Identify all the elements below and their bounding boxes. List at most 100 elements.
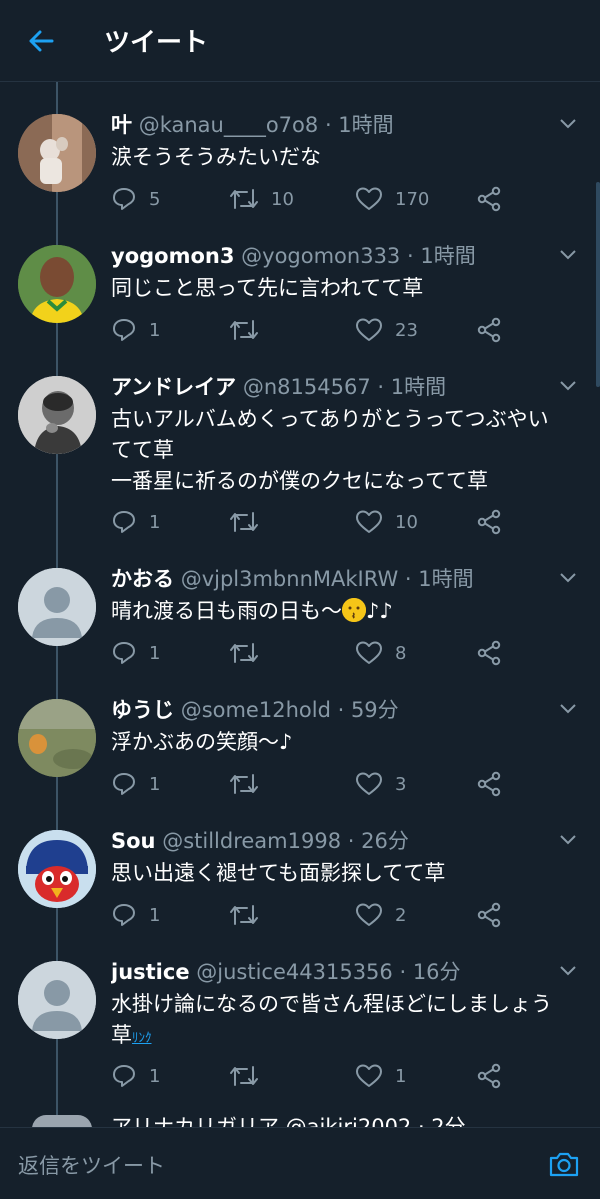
tweet[interactable]: justice @justice44315356 · 16分 水掛け論になるので… bbox=[0, 929, 600, 1090]
retweet-button[interactable] bbox=[229, 900, 271, 930]
avatar[interactable] bbox=[18, 830, 96, 908]
reply-button[interactable]: 1 bbox=[111, 315, 160, 345]
back-button[interactable] bbox=[16, 16, 66, 66]
retweet-button[interactable]: 10 bbox=[229, 184, 294, 214]
scrollbar[interactable] bbox=[596, 182, 600, 387]
tweet-text-main: 水掛け論になるので皆さん程ほどにしましょう 草 bbox=[111, 992, 552, 1047]
author-handle[interactable]: @justice44315356 bbox=[196, 960, 393, 984]
reply-count: 1 bbox=[149, 511, 161, 533]
retweet-button[interactable] bbox=[229, 769, 271, 799]
reply-input[interactable]: 返信をツイート bbox=[18, 1150, 518, 1182]
like-button[interactable]: 23 bbox=[355, 315, 418, 345]
tweet-menu-button[interactable] bbox=[554, 564, 582, 592]
avatar[interactable] bbox=[18, 376, 96, 454]
tweet[interactable]: ゆうじ @some12hold · 59分 浮かぶあの笑顔〜♪ 1 3 bbox=[0, 667, 600, 798]
retweet-button[interactable] bbox=[229, 1061, 271, 1091]
retweet-button[interactable] bbox=[229, 507, 271, 537]
default-avatar[interactable] bbox=[18, 568, 96, 646]
author-handle[interactable]: @kanau____o7o8 bbox=[139, 113, 319, 137]
share-button[interactable] bbox=[477, 638, 501, 668]
retweet-icon bbox=[230, 189, 258, 209]
timestamp[interactable]: 1時間 bbox=[420, 244, 475, 268]
like-count: 1 bbox=[395, 1065, 407, 1087]
timestamp[interactable]: 1時間 bbox=[418, 567, 473, 591]
camera-button[interactable] bbox=[546, 1146, 582, 1182]
tweet-menu-button[interactable] bbox=[554, 372, 582, 400]
avatar[interactable] bbox=[18, 699, 96, 777]
author-name[interactable]: justice bbox=[111, 960, 190, 984]
share-button[interactable] bbox=[477, 900, 501, 930]
avatar[interactable] bbox=[18, 114, 96, 192]
author-handle[interactable]: @yogomon333 bbox=[241, 244, 400, 268]
top-bar: ツイート bbox=[0, 0, 600, 82]
separator-dot: · bbox=[318, 113, 339, 137]
like-button[interactable]: 3 bbox=[355, 769, 406, 799]
author-name[interactable]: アンドレイア bbox=[111, 375, 236, 399]
tweet[interactable]: 叶 @kanau____o7o8 · 1時間 涙そうそうみたいだな 5 10 1… bbox=[0, 82, 600, 213]
action-bar: 1 8 bbox=[111, 638, 531, 668]
like-button[interactable]: 10 bbox=[355, 507, 418, 537]
author-handle[interactable]: @some12hold bbox=[181, 698, 331, 722]
author-handle[interactable]: @stilldream1998 bbox=[162, 829, 341, 853]
avatar[interactable] bbox=[18, 245, 96, 323]
heart-icon bbox=[356, 510, 382, 533]
retweet-icon bbox=[230, 320, 258, 340]
like-count: 170 bbox=[395, 188, 430, 210]
heart-icon bbox=[356, 187, 382, 210]
author-name[interactable]: 叶 bbox=[111, 113, 132, 137]
reply-feed: 叶 @kanau____o7o8 · 1時間 涙そうそうみたいだな 5 10 1… bbox=[0, 82, 600, 1127]
chevron-down-icon bbox=[560, 250, 576, 260]
share-button[interactable] bbox=[477, 769, 501, 799]
like-button[interactable]: 8 bbox=[355, 638, 406, 668]
retweet-button[interactable] bbox=[229, 638, 271, 668]
like-count: 23 bbox=[395, 319, 418, 341]
tweet-menu-button[interactable] bbox=[554, 110, 582, 138]
chevron-down-icon bbox=[560, 381, 576, 391]
reply-button[interactable]: 1 bbox=[111, 769, 160, 799]
tweet-menu-button[interactable] bbox=[554, 957, 582, 985]
action-bar: 1 23 bbox=[111, 315, 531, 345]
reply-button[interactable]: 1 bbox=[111, 900, 160, 930]
like-button[interactable]: 170 bbox=[355, 184, 429, 214]
tweet-text-suffix: ♪♪ bbox=[366, 599, 393, 623]
tweet[interactable]: アンドレイア @n8154567 · 1時間 古いアルバムめくってありがとうって… bbox=[0, 344, 600, 536]
tweet-menu-button[interactable] bbox=[554, 695, 582, 723]
tweet-link[interactable]: ﾘﾝｸ bbox=[132, 1031, 152, 1046]
author-name[interactable]: かおる bbox=[111, 567, 174, 591]
timestamp[interactable]: 59分 bbox=[351, 698, 399, 722]
reply-button[interactable]: 1 bbox=[111, 638, 160, 668]
like-button[interactable]: 2 bbox=[355, 900, 406, 930]
reply-button[interactable]: 1 bbox=[111, 507, 160, 537]
action-bar: 1 3 bbox=[111, 769, 531, 799]
tweet-text: 水掛け論になるので皆さん程ほどにしましょう 草ﾘﾝｸ bbox=[111, 989, 570, 1054]
tweet-menu-button[interactable] bbox=[554, 826, 582, 854]
timestamp[interactable]: 1時間 bbox=[391, 375, 446, 399]
like-button[interactable]: 1 bbox=[355, 1061, 406, 1091]
separator-dot: · bbox=[330, 698, 351, 722]
retweet-button[interactable] bbox=[229, 315, 271, 345]
share-button[interactable] bbox=[477, 184, 501, 214]
author-handle[interactable]: @vjpl3mbnnMAkIRW bbox=[181, 567, 399, 591]
share-button[interactable] bbox=[477, 507, 501, 537]
tweet-text-main: 晴れ渡る日も雨の日も〜 bbox=[111, 599, 342, 623]
timestamp[interactable]: 1時間 bbox=[338, 113, 393, 137]
author-name[interactable]: ゆうじ bbox=[111, 698, 174, 722]
reply-button[interactable]: 1 bbox=[111, 1061, 160, 1091]
back-arrow-icon bbox=[29, 30, 54, 51]
author-name[interactable]: yogomon3 bbox=[111, 244, 234, 268]
timestamp[interactable]: 16分 bbox=[413, 960, 461, 984]
tweet-menu-button[interactable] bbox=[554, 241, 582, 269]
tweet[interactable]: Sou @stilldream1998 · 26分 思い出遠く褪せても面影探して… bbox=[0, 798, 600, 929]
share-button[interactable] bbox=[477, 1061, 501, 1091]
tweet[interactable]: かおる @vjpl3mbnnMAkIRW · 1時間 晴れ渡る日も雨の日も〜 ♪♪… bbox=[0, 536, 600, 667]
tweet[interactable]: yogomon3 @yogomon333 · 1時間 同じこと思って先に言われて… bbox=[0, 213, 600, 344]
author-name[interactable]: Sou bbox=[111, 829, 156, 853]
author-handle[interactable]: @n8154567 bbox=[243, 375, 371, 399]
timestamp[interactable]: 26分 bbox=[361, 829, 409, 853]
reply-count: 1 bbox=[149, 904, 161, 926]
share-icon bbox=[477, 640, 501, 666]
reply-button[interactable]: 5 bbox=[111, 184, 160, 214]
chevron-down-icon bbox=[560, 573, 576, 583]
default-avatar[interactable] bbox=[18, 961, 96, 1039]
share-button[interactable] bbox=[477, 315, 501, 345]
